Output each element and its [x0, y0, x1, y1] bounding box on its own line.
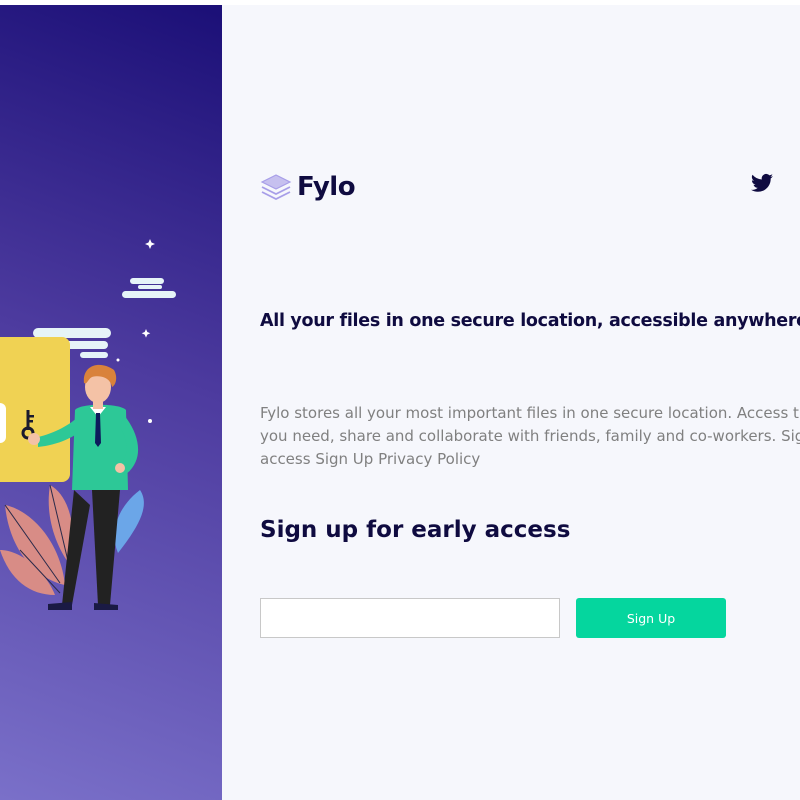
description-line: Fylo stores all your most important file…	[260, 404, 800, 422]
signup-heading: Sign up for early access	[260, 517, 571, 543]
email-input[interactable]	[260, 598, 560, 638]
hero-headline: All your files in one secure location, a…	[260, 311, 800, 331]
description-line: access Sign Up Privacy Policy	[260, 450, 481, 468]
brand-logo[interactable]: Fylo	[260, 167, 356, 207]
stacked-layers-icon	[260, 174, 292, 201]
content-panel: Fylo All your files in one secure locati…	[222, 5, 800, 800]
hero-description: Fylo stores all your most important file…	[260, 402, 800, 471]
hero-illustration-panel	[0, 5, 222, 800]
description-line: you need, share and collaborate with fri…	[260, 427, 800, 445]
sign-up-button[interactable]: Sign Up	[576, 598, 726, 638]
person-with-key-illustration	[0, 239, 176, 610]
brand-name: Fylo	[297, 172, 356, 202]
twitter-icon[interactable]	[750, 171, 774, 195]
